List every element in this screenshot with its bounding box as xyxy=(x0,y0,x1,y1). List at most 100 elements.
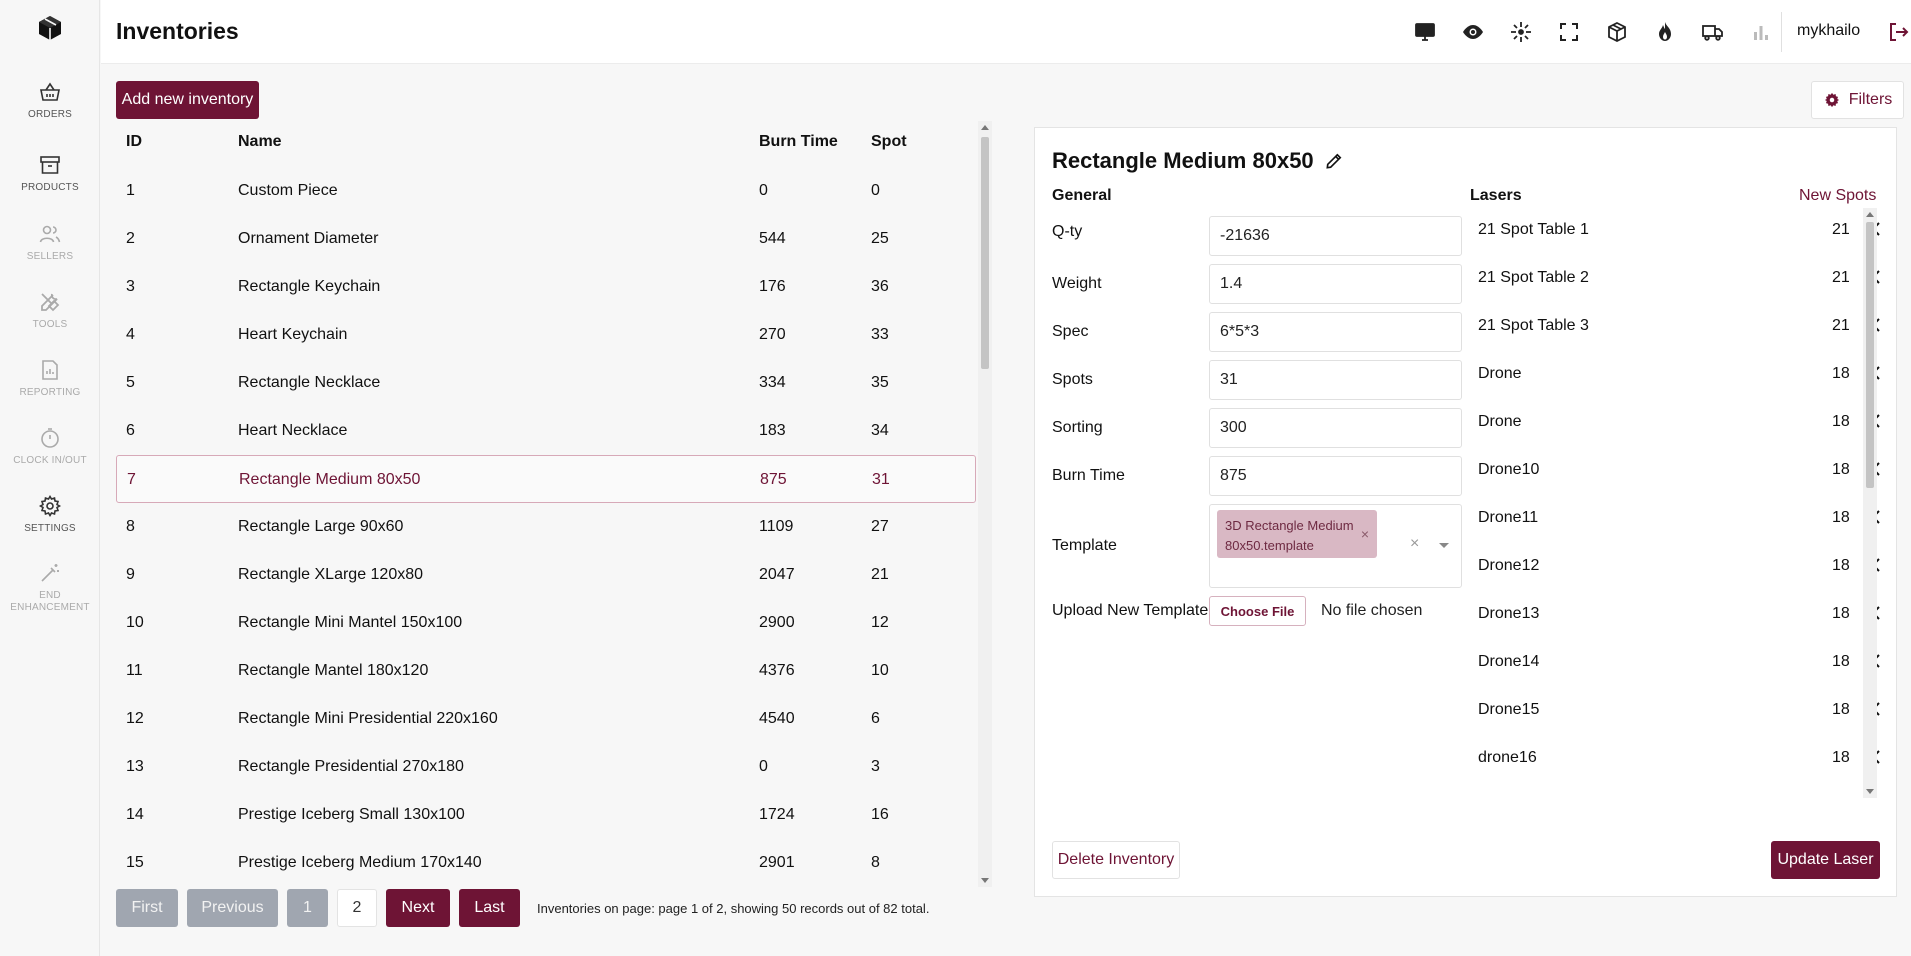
table-row[interactable]: 1 Custom Piece 0 0 xyxy=(116,167,976,215)
cell-name: Rectangle Mini Presidential 220x160 xyxy=(238,710,498,727)
spec-input[interactable] xyxy=(1209,312,1462,352)
spots-input[interactable] xyxy=(1209,360,1462,400)
filters-button[interactable]: Filters xyxy=(1811,81,1904,119)
table-row[interactable]: 3 Rectangle Keychain 176 36 xyxy=(116,263,976,311)
sidebar-item-sellers[interactable]: SELLERS xyxy=(0,222,100,282)
page-2-button[interactable]: 2 xyxy=(337,889,377,927)
laser-row: Drone11 18 xyxy=(1470,496,1890,544)
table-row[interactable]: 13 Rectangle Presidential 270x180 0 3 xyxy=(116,743,976,791)
sidebar-item-end-enhancement[interactable]: END ENHANCEMENT xyxy=(0,561,100,621)
logout-icon[interactable] xyxy=(1886,20,1910,44)
pencil-icon[interactable] xyxy=(1324,151,1344,171)
next-page-button[interactable]: Next xyxy=(386,889,450,927)
table-row[interactable]: 8 Rectangle Large 90x60 1109 27 xyxy=(116,503,976,551)
laser-row: 21 Spot Table 1 21 xyxy=(1470,208,1890,256)
table-row[interactable]: 15 Prestige Iceberg Medium 170x140 2901 8 xyxy=(116,839,976,887)
laser-spot-count: 18 xyxy=(1832,461,1850,478)
eye-icon[interactable] xyxy=(1449,16,1497,48)
weight-input[interactable] xyxy=(1209,264,1462,304)
flame-icon[interactable] xyxy=(1641,16,1689,48)
package-icon[interactable] xyxy=(1593,16,1641,48)
cell-name: Rectangle Keychain xyxy=(238,278,381,295)
cell-id: 12 xyxy=(126,710,144,727)
sidebar-item-tools[interactable]: TOOLS xyxy=(0,290,100,350)
table-scrollbar[interactable] xyxy=(978,121,992,887)
sidebar-item-products[interactable]: PRODUCTS xyxy=(0,153,100,213)
cell-burn-time: 2901 xyxy=(759,854,795,871)
scroll-up-arrow[interactable] xyxy=(1866,212,1874,217)
table-row[interactable]: 14 Prestige Iceberg Small 130x100 1724 16 xyxy=(116,791,976,839)
cell-name: Prestige Iceberg Small 130x100 xyxy=(238,806,465,823)
detail-title: Rectangle Medium 80x50 xyxy=(1052,148,1314,173)
table-row[interactable]: 6 Heart Necklace 183 34 xyxy=(116,407,976,455)
column-header-burn-time[interactable]: Burn Time xyxy=(759,133,838,151)
update-laser-button[interactable]: Update Laser xyxy=(1771,841,1880,879)
cell-burn-time: 4540 xyxy=(759,710,795,727)
table-row[interactable]: 2 Ornament Diameter 544 25 xyxy=(116,215,976,263)
column-header-name[interactable]: Name xyxy=(238,133,282,151)
lasers-scrollbar[interactable] xyxy=(1863,208,1877,798)
scroll-up-arrow[interactable] xyxy=(981,125,989,130)
template-tag-text: 3D Rectangle Medium 80x50.template xyxy=(1225,518,1354,553)
table-row[interactable]: 4 Heart Keychain 270 33 xyxy=(116,311,976,359)
previous-page-button[interactable]: Previous xyxy=(187,889,278,927)
laser-row: 21 Spot Table 3 21 xyxy=(1470,304,1890,352)
cell-name: Ornament Diameter xyxy=(238,230,379,247)
cell-id: 3 xyxy=(126,278,135,295)
clear-select-icon[interactable]: × xyxy=(1410,535,1419,553)
basket-icon xyxy=(40,82,60,101)
sidebar-item-label: PRODUCTS xyxy=(21,182,79,193)
remove-tag-icon[interactable]: × xyxy=(1361,524,1369,544)
monitor-icon[interactable] xyxy=(1401,16,1449,48)
template-select[interactable]: 3D Rectangle Medium 80x50.template × × xyxy=(1209,504,1462,588)
bar-chart-icon[interactable] xyxy=(1737,16,1785,48)
table-row[interactable]: 9 Rectangle XLarge 120x80 2047 21 xyxy=(116,551,976,599)
spots-label: Spots xyxy=(1052,371,1093,388)
chevron-down-icon[interactable] xyxy=(1439,543,1449,548)
cell-name: Rectangle Presidential 270x180 xyxy=(238,758,464,775)
delete-inventory-button[interactable]: Delete Inventory xyxy=(1052,841,1180,879)
scroll-thumb[interactable] xyxy=(981,137,989,369)
table-row[interactable]: 5 Rectangle Necklace 334 35 xyxy=(116,359,976,407)
cell-id: 5 xyxy=(126,374,135,391)
sidebar-item-orders[interactable]: ORDERS xyxy=(0,80,100,140)
cube-logo-icon[interactable] xyxy=(36,14,64,42)
username[interactable]: mykhailo xyxy=(1797,22,1860,40)
choose-file-button[interactable]: Choose File xyxy=(1209,596,1306,626)
page-1-button[interactable]: 1 xyxy=(287,889,328,927)
laser-name: 21 Spot Table 3 xyxy=(1478,317,1589,334)
scroll-down-arrow[interactable] xyxy=(981,878,989,883)
laser-name: Drone14 xyxy=(1478,653,1540,670)
new-spots-link[interactable]: New Spots xyxy=(1799,187,1876,205)
cell-burn-time: 2047 xyxy=(759,566,795,583)
first-page-button[interactable]: First xyxy=(116,889,178,927)
truck-icon[interactable] xyxy=(1689,16,1737,48)
inventory-detail-panel: Rectangle Medium 80x50 General Q-ty Weig… xyxy=(1034,127,1897,897)
burn-time-input[interactable] xyxy=(1209,456,1462,496)
cell-spot: 25 xyxy=(871,230,889,247)
column-header-id[interactable]: ID xyxy=(126,133,142,151)
inventory-table: ID Name Burn Time Spot 1 Custom Piece 0 0 2 O… xyxy=(116,121,993,887)
sidebar-item-reporting[interactable]: REPORTING xyxy=(0,358,100,418)
qty-input[interactable] xyxy=(1209,216,1462,256)
laser-spot-count: 21 xyxy=(1832,317,1850,334)
sidebar-item-settings[interactable]: SETTINGS xyxy=(0,494,100,554)
table-row[interactable]: 11 Rectangle Mantel 180x120 4376 10 xyxy=(116,647,976,695)
laser-name: Drone11 xyxy=(1478,509,1539,526)
cell-spot: 0 xyxy=(871,182,880,199)
fullscreen-icon[interactable] xyxy=(1545,16,1593,48)
column-header-spot[interactable]: Spot xyxy=(871,133,907,151)
cell-id: 11 xyxy=(126,662,143,679)
last-page-button[interactable]: Last xyxy=(459,889,520,927)
laser-icon[interactable] xyxy=(1497,16,1545,48)
cell-id: 10 xyxy=(126,614,144,631)
top-header: Inventories mykhailo xyxy=(101,0,1911,64)
sorting-input[interactable] xyxy=(1209,408,1462,448)
sidebar-item-clock[interactable]: CLOCK IN/OUT xyxy=(0,426,100,486)
table-row[interactable]: 7 Rectangle Medium 80x50 875 31 xyxy=(116,455,976,503)
scroll-thumb[interactable] xyxy=(1866,222,1874,488)
scroll-down-arrow[interactable] xyxy=(1866,789,1874,794)
add-inventory-button[interactable]: Add new inventory xyxy=(116,81,259,119)
table-row[interactable]: 12 Rectangle Mini Presidential 220x160 454… xyxy=(116,695,976,743)
table-row[interactable]: 10 Rectangle Mini Mantel 150x100 2900 12 xyxy=(116,599,976,647)
